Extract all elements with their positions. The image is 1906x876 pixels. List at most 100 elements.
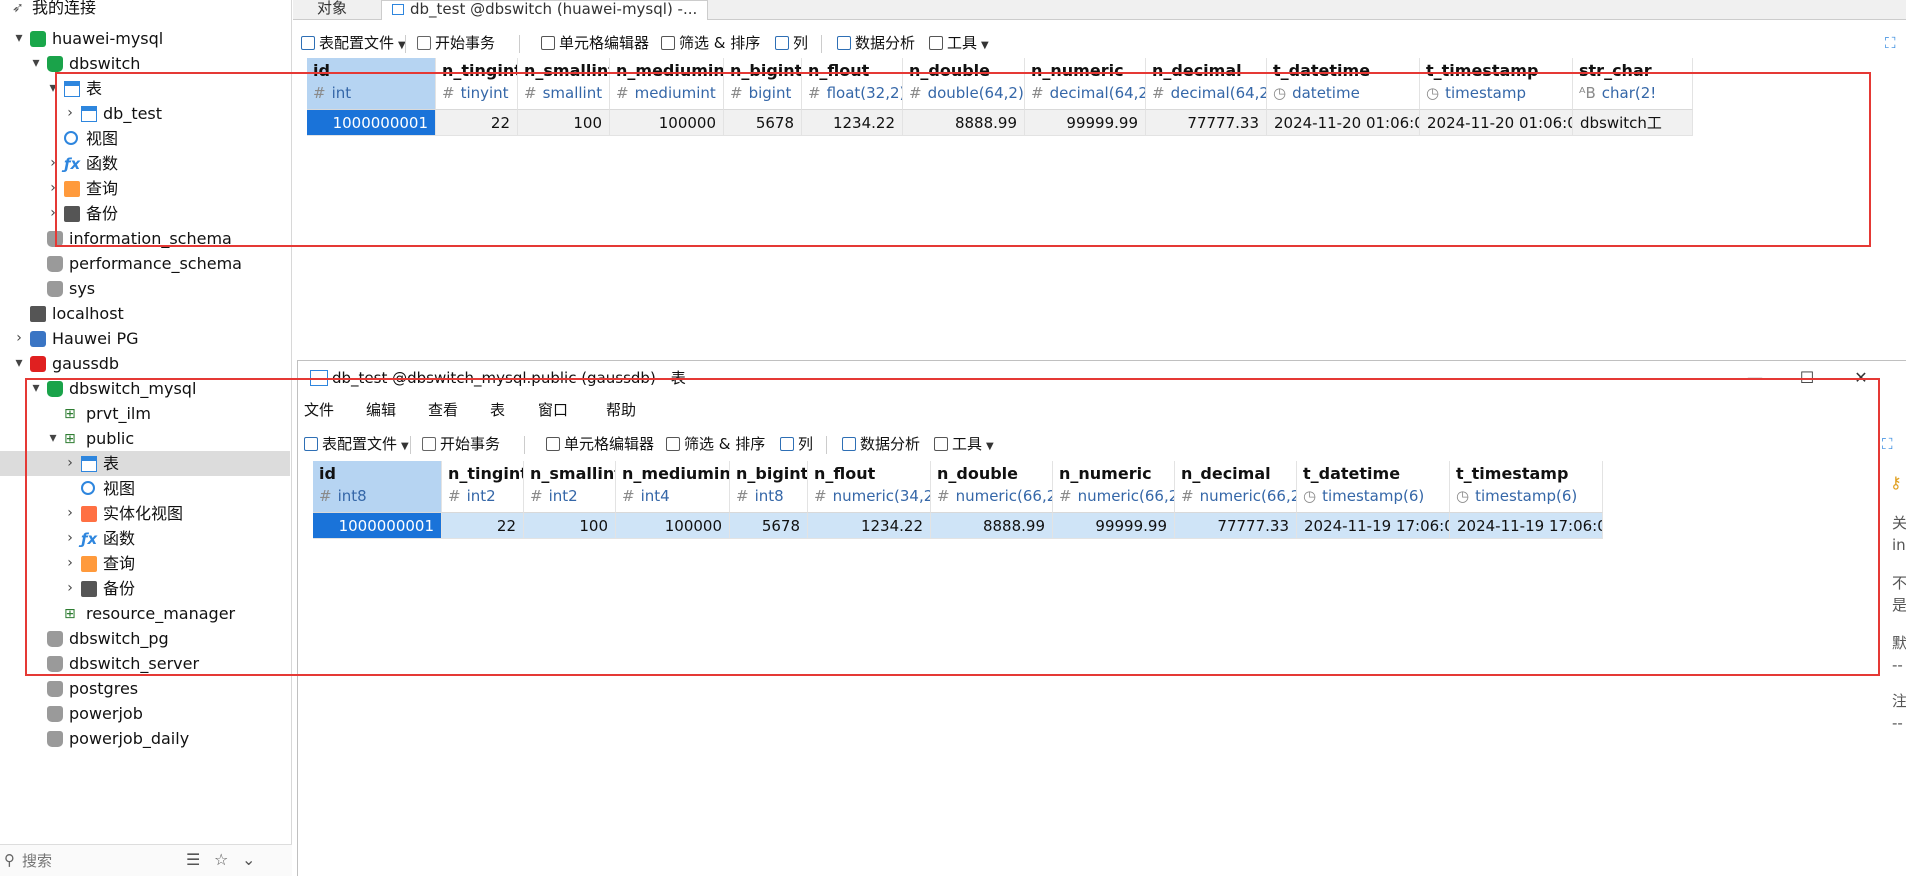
table-cell[interactable]: 22 <box>442 513 524 539</box>
table-cell[interactable]: 1234.22 <box>802 110 903 136</box>
chevron-down-icon[interactable]: ▾ <box>46 76 60 101</box>
table-cell[interactable]: 100 <box>524 513 616 539</box>
filter-sort-button[interactable]: 筛选 & 排序 <box>661 32 760 54</box>
column-header[interactable]: n_flout # numeric(34,2) <box>808 461 931 513</box>
menu-item[interactable]: 文件 <box>304 399 334 421</box>
tree-node[interactable]: › 备份 <box>0 576 290 601</box>
column-header[interactable]: n_double # double(64,2) <box>903 58 1025 110</box>
chevron-right-icon[interactable]: › <box>63 101 77 126</box>
column-header[interactable]: n_double # numeric(66,2) <box>931 461 1053 513</box>
table-cell[interactable]: 8888.99 <box>903 110 1025 136</box>
tree-node[interactable]: › 查询 <box>0 551 290 576</box>
tree-node[interactable]: ▾ huawei-mysql <box>0 26 290 51</box>
chevron-right-icon[interactable]: › <box>46 201 60 226</box>
columns-button[interactable]: 列 <box>775 32 808 54</box>
chevron-down-icon[interactable]: ▾ <box>29 51 43 76</box>
chevron-right-icon[interactable] <box>29 651 43 676</box>
table-cell[interactable]: 2024-11-19 17:06:09 <box>1450 513 1603 539</box>
tree-node[interactable]: › 查询 <box>0 176 290 201</box>
chevron-right-icon[interactable] <box>29 701 43 726</box>
chevron-right-icon[interactable] <box>46 601 60 626</box>
table-cell[interactable]: 77777.33 <box>1146 110 1267 136</box>
table-cell[interactable]: 100000 <box>610 110 724 136</box>
chevron-down-icon[interactable]: ▾ <box>46 426 60 451</box>
menu-item[interactable]: 编辑 <box>366 399 396 421</box>
column-header[interactable]: t_timestamp ◷ timestamp <box>1420 58 1573 110</box>
chevron-down-icon[interactable]: ▾ <box>12 26 26 51</box>
cell-editor-button[interactable]: 单元格编辑器 <box>541 32 649 54</box>
tools-button[interactable]: 工具 ▼ <box>929 32 989 54</box>
menu-item[interactable]: 查看 <box>428 399 458 421</box>
table-cell[interactable]: 2024-11-20 01:06:09 <box>1267 110 1420 136</box>
tree-node[interactable]: › ƒx 函数 <box>0 526 290 551</box>
table-cell[interactable]: 100000 <box>616 513 730 539</box>
tree-node[interactable]: dbswitch_pg <box>0 626 290 651</box>
tree-node[interactable]: › db_test <box>0 101 290 126</box>
tree-node[interactable]: › ƒx 函数 <box>0 151 290 176</box>
tree-node[interactable]: ▾ dbswitch_mysql <box>0 376 290 401</box>
table-cell[interactable]: 5678 <box>724 110 802 136</box>
cell-editor-button[interactable]: 单元格编辑器 <box>546 433 654 455</box>
table-cell[interactable]: 99999.99 <box>1025 110 1146 136</box>
table-cell[interactable]: 1000000001 <box>313 513 442 539</box>
column-header[interactable]: t_datetime ◷ datetime <box>1267 58 1420 110</box>
column-header[interactable]: t_timestamp ◷ timestamp(6) <box>1450 461 1603 513</box>
chevron-right-icon[interactable] <box>29 726 43 751</box>
chevron-right-icon[interactable]: › <box>46 176 60 201</box>
chevron-right-icon[interactable]: › <box>63 451 77 476</box>
tree-node[interactable]: postgres <box>0 676 290 701</box>
chevron-right-icon[interactable] <box>29 276 43 301</box>
chevron-right-icon[interactable] <box>12 301 26 326</box>
columns-button[interactable]: 列 <box>780 433 813 455</box>
chevron-down-icon[interactable]: ▾ <box>12 351 26 376</box>
column-header[interactable]: n_bigint # int8 <box>730 461 808 513</box>
tree-node[interactable]: ▾ gaussdb <box>0 351 290 376</box>
chevron-right-icon[interactable] <box>46 126 60 151</box>
begin-transaction-button[interactable]: 开始事务 <box>422 433 500 455</box>
filter-sort-button[interactable]: 筛选 & 排序 <box>666 433 765 455</box>
tree-node[interactable]: sys <box>0 276 290 301</box>
chevron-right-icon[interactable] <box>29 676 43 701</box>
star-icon[interactable]: ☆ <box>214 850 228 869</box>
table-cell[interactable]: 77777.33 <box>1175 513 1297 539</box>
tree-node[interactable]: localhost <box>0 301 290 326</box>
column-header[interactable]: n_mediumint # int4 <box>616 461 730 513</box>
tree-node[interactable]: dbswitch_server <box>0 651 290 676</box>
tree-node[interactable]: powerjob <box>0 701 290 726</box>
table-cell[interactable]: 1000000001 <box>307 110 436 136</box>
data-analysis-button[interactable]: 数据分析 <box>842 433 920 455</box>
table-cell[interactable]: 22 <box>436 110 518 136</box>
chevron-right-icon[interactable]: › <box>46 151 60 176</box>
tree-node[interactable]: ▾ dbswitch <box>0 51 290 76</box>
table-cell[interactable]: 8888.99 <box>931 513 1053 539</box>
tree-search-input[interactable] <box>22 851 172 871</box>
column-header[interactable]: n_numeric # numeric(66,2) <box>1053 461 1175 513</box>
chevron-right-icon[interactable] <box>29 226 43 251</box>
tab-objects[interactable]: 对象 <box>307 0 357 20</box>
menu-item[interactable]: 表 <box>490 399 505 421</box>
column-header[interactable]: n_decimal # numeric(66,2) <box>1175 461 1297 513</box>
tree-node[interactable]: ▾ 表 <box>0 76 290 101</box>
column-header[interactable]: n_tingint # int2 <box>442 461 524 513</box>
chevron-right-icon[interactable] <box>29 626 43 651</box>
chevron-right-icon[interactable]: › <box>63 501 77 526</box>
chevron-right-icon[interactable]: › <box>63 551 77 576</box>
tree-node[interactable]: › Hauwei PG <box>0 326 290 351</box>
table-cell[interactable]: dbswitch工 <box>1573 110 1693 136</box>
chevron-right-icon[interactable]: › <box>12 326 26 351</box>
fullscreen-icon[interactable]: ⛶ <box>1882 433 1893 455</box>
tree-node[interactable]: 视图 <box>0 476 290 501</box>
table-cell[interactable]: 2024-11-19 17:06:09 <box>1297 513 1450 539</box>
tree-node[interactable]: › 实体化视图 <box>0 501 290 526</box>
data-analysis-button[interactable]: 数据分析 <box>837 32 915 54</box>
chevron-right-icon[interactable] <box>29 251 43 276</box>
tree-node[interactable]: › 表 <box>0 451 290 476</box>
column-header[interactable]: id # int8 <box>313 461 442 513</box>
chevron-right-icon[interactable]: › <box>63 576 77 601</box>
column-header[interactable]: n_flout # float(32,2) <box>802 58 903 110</box>
tree-node[interactable]: ▾ ⊞ public <box>0 426 290 451</box>
column-header[interactable]: n_bigint # bigint <box>724 58 802 110</box>
tree-node[interactable]: ⊞ prvt_ilm <box>0 401 290 426</box>
column-header[interactable]: id # int <box>307 58 436 110</box>
column-header[interactable]: str_char ᴬB char(2! <box>1573 58 1693 110</box>
